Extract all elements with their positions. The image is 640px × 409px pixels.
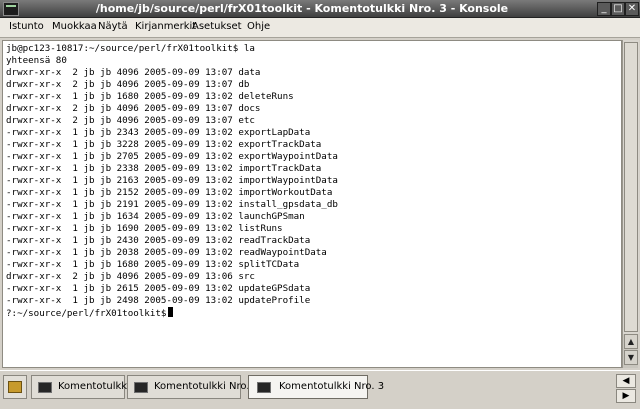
menu-muokkaa[interactable]: Muokkaa bbox=[52, 21, 97, 32]
terminal-icon bbox=[134, 382, 148, 393]
output-line: -rwxr-xr-x 1 jb jb 2038 2005-09-09 13:02… bbox=[6, 247, 327, 258]
vertical-scrollbar[interactable]: ▲ ▼ bbox=[622, 40, 639, 368]
new-session-button[interactable] bbox=[3, 375, 27, 399]
menu-kirjanmerkit[interactable]: Kirjanmerkit bbox=[135, 21, 196, 32]
scroll-thumb[interactable] bbox=[624, 42, 638, 332]
tab-label: Komentotulkki Nro. 3 bbox=[279, 381, 385, 392]
scroll-down-arrow[interactable]: ▼ bbox=[624, 350, 638, 365]
maximize-button[interactable]: □ bbox=[611, 2, 625, 16]
output-line: -rwxr-xr-x 1 jb jb 2338 2005-09-09 13:02… bbox=[6, 163, 322, 174]
command-line: jb@pc123-10817:~/source/perl/frX01toolki… bbox=[6, 43, 255, 54]
text-cursor bbox=[168, 307, 174, 317]
output-line: -rwxr-xr-x 1 jb jb 2430 2005-09-09 13:02… bbox=[6, 235, 311, 246]
output-line: -rwxr-xr-x 1 jb jb 2705 2005-09-09 13:02… bbox=[6, 151, 338, 162]
tab-label: Komentotulkki Nro. 2 bbox=[154, 381, 260, 392]
menu-ohje[interactable]: Ohje bbox=[247, 21, 270, 32]
tab-komentotulkki-3[interactable]: Komentotulkki Nro. 3 bbox=[248, 375, 384, 399]
output-line: -rwxr-xr-x 1 jb jb 2615 2005-09-09 13:02… bbox=[6, 283, 311, 294]
output-line: -rwxr-xr-x 1 jb jb 1690 2005-09-09 13:02… bbox=[6, 223, 283, 234]
output-line: yhteensä 80 bbox=[6, 55, 67, 66]
output-line: drwxr-xr-x 2 jb jb 4096 2005-09-09 13:06… bbox=[6, 271, 255, 282]
window-title: /home/jb/source/perl/frX01toolkit - Kome… bbox=[95, 2, 509, 15]
minimize-button[interactable]: _ bbox=[597, 2, 611, 16]
output-line: drwxr-xr-x 2 jb jb 4096 2005-09-09 13:07… bbox=[6, 67, 261, 78]
output-line: -rwxr-xr-x 1 jb jb 2191 2005-09-09 13:02… bbox=[6, 199, 338, 210]
prompt-line: ?:~/source/perl/frX01toolkit$ bbox=[6, 307, 174, 319]
output-line: -rwxr-xr-x 1 jb jb 3228 2005-09-09 13:02… bbox=[6, 139, 322, 150]
menu-istunto[interactable]: Istunto bbox=[9, 21, 44, 32]
scroll-track[interactable] bbox=[623, 40, 639, 334]
output-line: -rwxr-xr-x 1 jb jb 2343 2005-09-09 13:02… bbox=[6, 127, 311, 138]
menu-bar: Istunto Muokkaa Näytä Kirjanmerkit Asetu… bbox=[0, 18, 640, 38]
output-line: -rwxr-xr-x 1 jb jb 1634 2005-09-09 13:02… bbox=[6, 211, 305, 222]
menu-asetukset[interactable]: Asetukset bbox=[192, 21, 242, 32]
output-line: -rwxr-xr-x 1 jb jb 2498 2005-09-09 13:02… bbox=[6, 295, 311, 306]
session-icon bbox=[8, 381, 22, 393]
terminal-icon bbox=[257, 382, 271, 393]
output-line: -rwxr-xr-x 1 jb jb 1680 2005-09-09 13:02… bbox=[6, 259, 300, 270]
tabs-next-button[interactable]: ▶ bbox=[616, 389, 636, 403]
scroll-up-arrow[interactable]: ▲ bbox=[624, 334, 638, 349]
tab-komentotulkki[interactable]: Komentotulkki bbox=[31, 375, 130, 399]
konsole-app-icon[interactable] bbox=[3, 2, 19, 16]
title-bar: /home/jb/source/perl/frX01toolkit - Kome… bbox=[0, 0, 640, 18]
shell-prompt: ?:~/source/perl/frX01toolkit$ bbox=[6, 308, 167, 319]
output-line: -rwxr-xr-x 1 jb jb 2152 2005-09-09 13:02… bbox=[6, 187, 333, 198]
output-line: drwxr-xr-x 2 jb jb 4096 2005-09-09 13:07… bbox=[6, 115, 255, 126]
tab-komentotulkki-2[interactable]: Komentotulkki Nro. 2 bbox=[127, 375, 259, 399]
tabs-prev-button[interactable]: ◀ bbox=[616, 374, 636, 388]
tab-label: Komentotulkki bbox=[58, 381, 130, 392]
terminal-icon bbox=[38, 382, 52, 393]
output-line: drwxr-xr-x 2 jb jb 4096 2005-09-09 13:07… bbox=[6, 79, 250, 90]
menu-nayta[interactable]: Näytä bbox=[98, 21, 128, 32]
tab-bar: Komentotulkki Komentotulkki Nro. 2 Komen… bbox=[0, 370, 640, 409]
terminal-area[interactable]: jb@pc123-10817:~/source/perl/frX01toolki… bbox=[2, 40, 622, 368]
output-line: -rwxr-xr-x 1 jb jb 1680 2005-09-09 13:02… bbox=[6, 91, 294, 102]
output-line: -rwxr-xr-x 1 jb jb 2163 2005-09-09 13:02… bbox=[6, 175, 338, 186]
close-button[interactable]: ✕ bbox=[625, 2, 639, 16]
output-line: drwxr-xr-x 2 jb jb 4096 2005-09-09 13:07… bbox=[6, 103, 261, 114]
